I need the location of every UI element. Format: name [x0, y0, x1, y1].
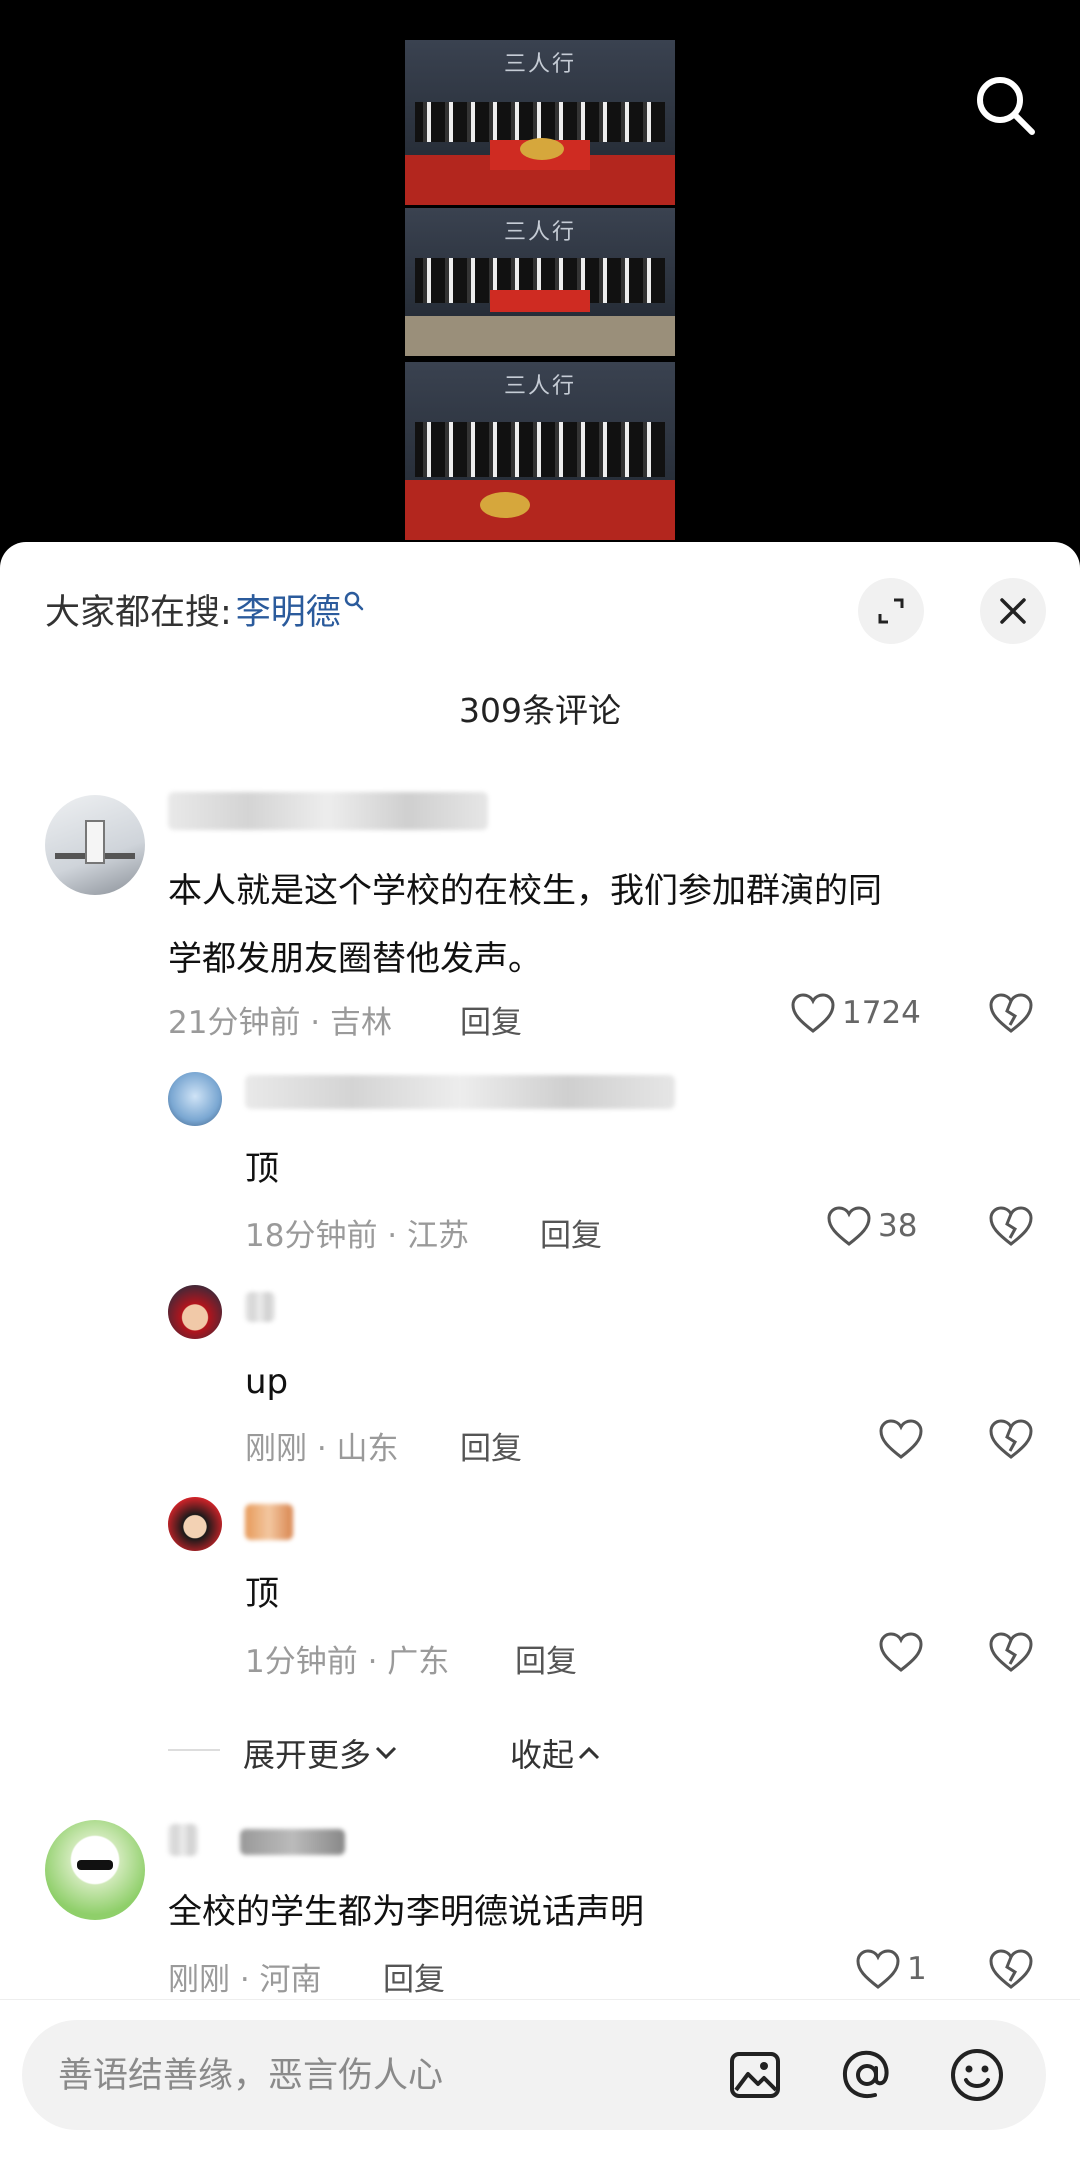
close-icon	[1000, 598, 1026, 624]
expand-icon	[878, 598, 904, 624]
trending-search[interactable]: 大家都在搜: 李明德	[45, 584, 365, 634]
reply-button[interactable]: 回复	[383, 1954, 445, 1999]
emoji-button[interactable]	[944, 2042, 1010, 2108]
username-blurred[interactable]	[245, 1504, 293, 1540]
like-count: 1724	[842, 995, 921, 1031]
comment-meta: 刚刚 · 河南	[168, 1962, 322, 1998]
username-blurred[interactable]	[245, 1075, 675, 1109]
video-photo-2: 三人行	[405, 208, 675, 356]
avatar[interactable]	[45, 795, 145, 895]
reply-meta: 18分钟前 · 江苏	[245, 1218, 470, 1254]
like-count: 38	[878, 1208, 918, 1244]
chevron-up-icon	[578, 1746, 600, 1760]
reply-button[interactable]: 回复	[540, 1210, 602, 1255]
video-area[interactable]: 三人行 三人行 三人行	[0, 0, 1080, 560]
reply-button[interactable]: 回复	[515, 1636, 577, 1681]
search-icon	[977, 77, 1035, 135]
dislike-button[interactable]	[988, 992, 1034, 1038]
expand-more-label: 展开更多	[243, 1736, 372, 1774]
reply-button[interactable]: 回复	[460, 1423, 522, 1468]
dislike-button[interactable]	[988, 1418, 1034, 1464]
like-button[interactable]: 38	[826, 1205, 917, 1247]
avatar[interactable]	[168, 1285, 222, 1339]
avatar[interactable]	[168, 1072, 222, 1126]
broken-heart-icon	[989, 1206, 1033, 1246]
like-button[interactable]: 1724	[790, 992, 921, 1034]
reply-text: 顶	[245, 1574, 279, 1614]
dislike-button[interactable]	[988, 1205, 1034, 1251]
username-blurred[interactable]	[168, 792, 488, 830]
expand-sheet-button[interactable]	[858, 578, 924, 644]
like-button[interactable]	[878, 1418, 930, 1460]
heart-icon	[879, 1419, 923, 1459]
avatar[interactable]	[45, 1820, 145, 1920]
comment-input[interactable]	[56, 2020, 660, 2132]
video-photo-1: 三人行	[405, 40, 675, 205]
heart-icon	[856, 1949, 900, 1989]
heart-icon	[827, 1206, 871, 1246]
reply-text: up	[245, 1362, 289, 1402]
emoji-icon	[951, 2049, 1003, 2101]
trending-keyword[interactable]: 李明德	[236, 584, 341, 635]
username-blurred[interactable]	[240, 1829, 345, 1855]
comment-meta: 21分钟前 · 吉林	[168, 1005, 393, 1041]
like-count: 1	[907, 1951, 927, 1987]
broken-heart-icon	[989, 1419, 1033, 1459]
reply-meta: 刚刚 · 山东	[245, 1431, 399, 1467]
reply-meta: 1分钟前 · 广东	[245, 1644, 450, 1680]
username-blurred[interactable]	[168, 1824, 198, 1856]
comment-count: 309条评论	[459, 691, 621, 730]
comment-text: 本人就是这个学校的在校生，我们参加群演的同 学都发朋友圈替他发声。	[168, 871, 882, 979]
keyword-search-icon	[344, 591, 364, 611]
dislike-button[interactable]	[988, 1948, 1034, 1994]
search-button[interactable]	[970, 70, 1040, 140]
comment-text: 全校的学生都为李明德说话声明	[168, 1892, 644, 1932]
heart-icon	[791, 993, 835, 1033]
comment-sheet: 大家都在搜: 李明德 309条评论 本人就是这个学校的在校生，我们参加群演的同 …	[0, 542, 1080, 2177]
image-button[interactable]	[722, 2042, 788, 2108]
expand-more-button[interactable]: 展开更多	[243, 1730, 401, 1776]
image-icon	[730, 2052, 780, 2098]
video-photo-3: 三人行	[405, 362, 675, 540]
close-button[interactable]	[980, 578, 1046, 644]
photo-logo: 三人行	[503, 220, 576, 245]
at-icon	[842, 2050, 889, 2098]
broken-heart-icon	[989, 1949, 1033, 1989]
mention-button[interactable]	[834, 2042, 900, 2108]
broken-heart-icon	[989, 993, 1033, 1033]
reply-button[interactable]: 回复	[460, 997, 522, 1042]
avatar[interactable]	[168, 1497, 222, 1551]
comment-input-bar	[22, 2020, 1046, 2132]
username-blurred[interactable]	[245, 1292, 275, 1322]
collapse-label: 收起	[510, 1736, 575, 1774]
chevron-down-icon	[375, 1746, 397, 1760]
photo-logo: 三人行	[503, 374, 576, 399]
like-button[interactable]	[878, 1631, 930, 1673]
trending-prefix: 大家都在搜:	[45, 592, 232, 633]
expand-divider	[168, 1749, 220, 1751]
reply-text: 顶	[245, 1149, 279, 1189]
heart-icon	[879, 1632, 923, 1672]
collapse-button[interactable]: 收起	[510, 1730, 604, 1776]
broken-heart-icon	[989, 1632, 1033, 1672]
input-divider	[0, 1999, 1080, 2000]
dislike-button[interactable]	[988, 1631, 1034, 1677]
photo-logo: 三人行	[503, 52, 576, 77]
video-frame: 三人行 三人行 三人行	[405, 40, 675, 540]
like-button[interactable]: 1	[855, 1948, 927, 1990]
